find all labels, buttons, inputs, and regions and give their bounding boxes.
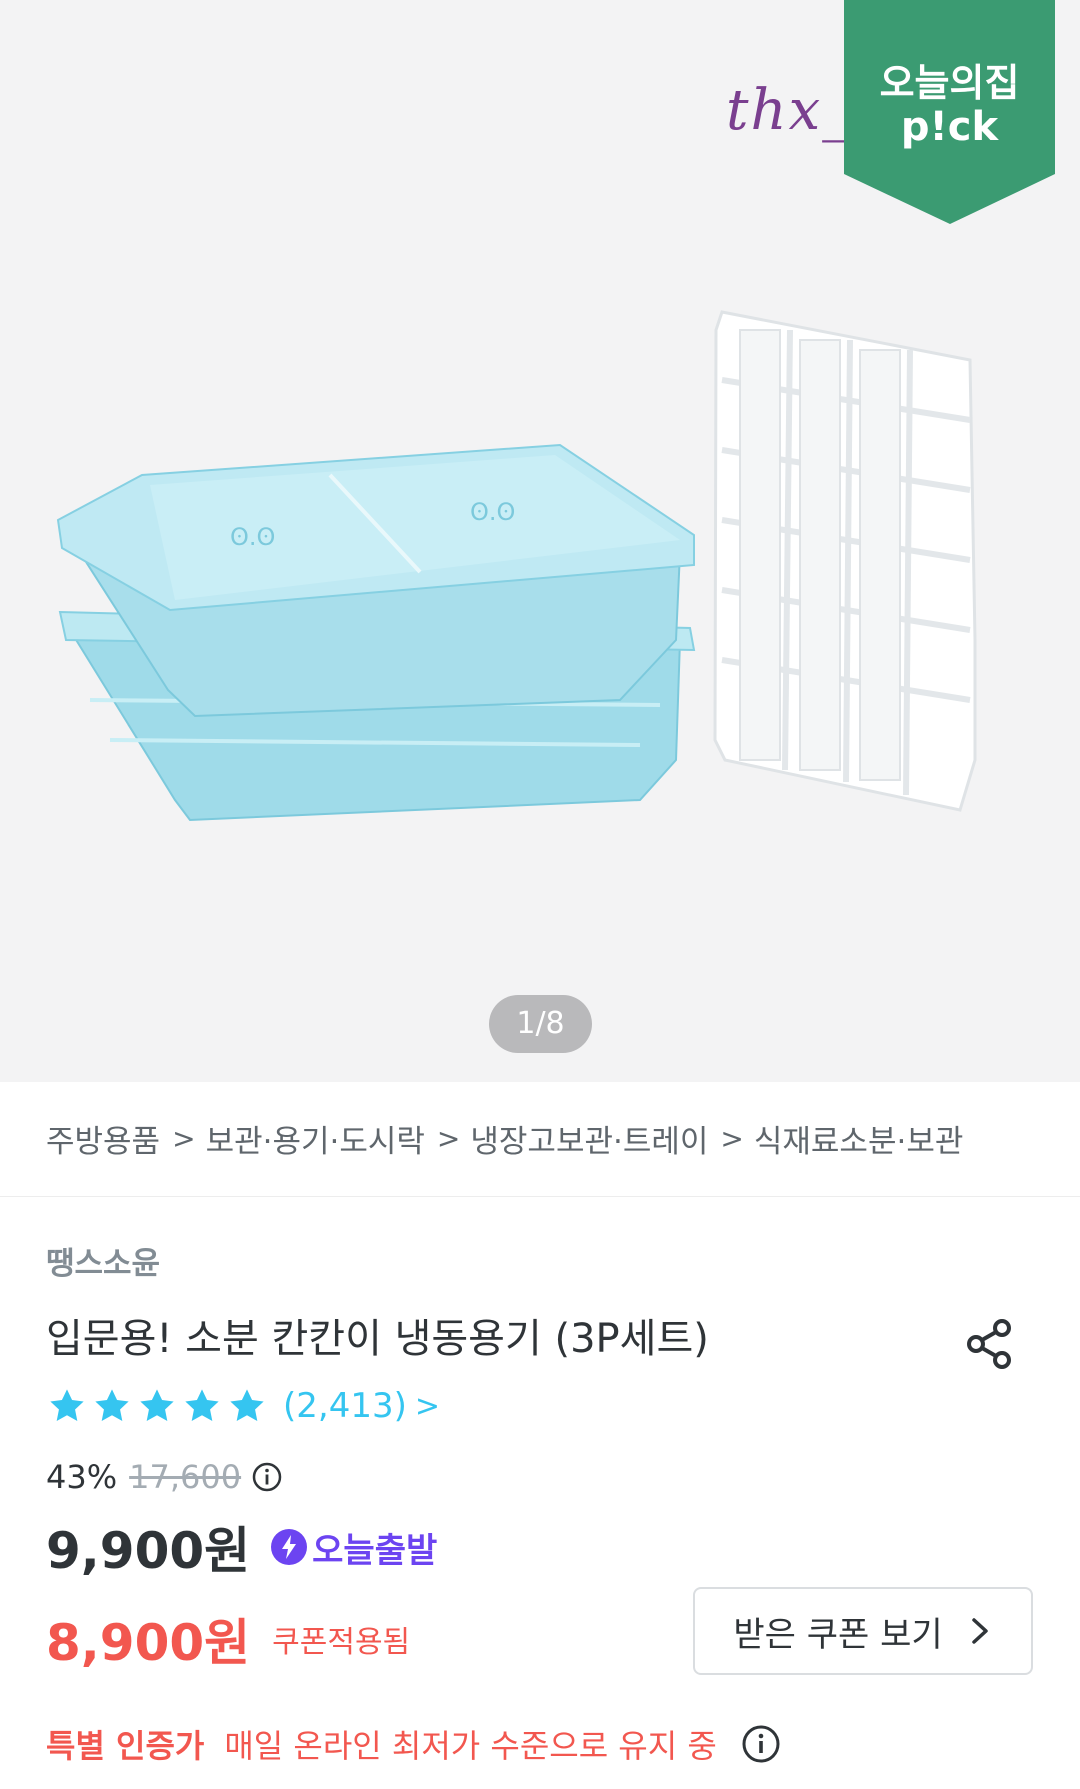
info-icon[interactable] [741, 1724, 781, 1764]
divider-tray [713, 310, 977, 812]
breadcrumb-item-kitchen[interactable]: 주방용품 [46, 1116, 160, 1161]
breadcrumb: 주방용품 > 보관·용기·도시락 > 냉장고보관·트레이 > 식재료소분·보관 [46, 1116, 964, 1161]
special-price-label: 특별 인증가 [46, 1727, 205, 1765]
product-image-gallery[interactable]: ʘ.ʘ ʘ.ʘ thx_ 오늘의집 p!ck 1/8 [0, 0, 1080, 1082]
rating-row[interactable]: (2,413) > [46, 1384, 440, 1428]
svg-text:ʘ.ʘ: ʘ.ʘ [470, 498, 515, 526]
chevron-right-icon: > [720, 1121, 744, 1155]
pick-badge: 오늘의집 p!ck [844, 0, 1055, 224]
view-coupon-button[interactable]: 받은 쿠폰 보기 [693, 1587, 1033, 1675]
review-count[interactable]: (2,413) [283, 1386, 407, 1426]
lightning-icon [271, 1529, 308, 1565]
original-price: 17,600 [129, 1458, 242, 1496]
pick-badge-line1: 오늘의집 [879, 61, 1020, 105]
pick-badge-line2: p!ck [900, 104, 999, 150]
breadcrumb-item-storage[interactable]: 보관·용기·도시락 [206, 1116, 425, 1161]
coupon-price: 8,900원 [46, 1614, 251, 1672]
image-counter: 1/8 [489, 995, 592, 1053]
share-icon[interactable] [962, 1316, 1018, 1372]
star-icon [230, 1389, 264, 1422]
chevron-right-icon: > [436, 1121, 461, 1155]
view-coupon-label: 받은 쿠폰 보기 [733, 1614, 943, 1655]
discount-row: 43% 17,600 [46, 1455, 283, 1499]
discount-percent: 43% [46, 1458, 118, 1496]
watermark-text: thx_ [726, 78, 853, 143]
special-price-desc: 매일 온라인 최저가 수준으로 유지 중 [224, 1727, 717, 1765]
svg-text:ʘ.ʘ: ʘ.ʘ [230, 523, 275, 551]
breadcrumb-item-fridge[interactable]: 냉장고보관·트레이 [470, 1116, 708, 1161]
product-title: 입문용! 소분 칸칸이 냉동용기 (3P세트) [46, 1316, 709, 1362]
section-divider [0, 1196, 1080, 1197]
special-price-row: 특별 인증가 매일 온라인 최저가 수준으로 유지 중 [46, 1722, 781, 1766]
chevron-right-icon: > [172, 1121, 196, 1155]
star-icon [50, 1389, 84, 1422]
breadcrumb-item-portion[interactable]: 식재료소분·보관 [754, 1116, 964, 1161]
today-delivery-badge: 오늘출발 [270, 1523, 437, 1572]
delivery-label: 오늘출발 [312, 1530, 438, 1571]
coupon-applied-label: 쿠폰적용됨 [272, 1625, 411, 1660]
brand-name[interactable]: 땡스소윤 [46, 1238, 160, 1283]
star-icon [95, 1389, 129, 1422]
sale-price: 9,900원 [46, 1522, 251, 1580]
star-icon [185, 1389, 219, 1422]
chevron-right-icon: > [414, 1388, 441, 1424]
chevron-right-icon [971, 1618, 988, 1644]
price-row: 9,900원 오늘출발 [46, 1518, 437, 1580]
star-icon [140, 1389, 174, 1422]
coupon-price-row: 8,900원 쿠폰적용됨 [46, 1610, 411, 1672]
info-icon[interactable] [251, 1461, 283, 1493]
